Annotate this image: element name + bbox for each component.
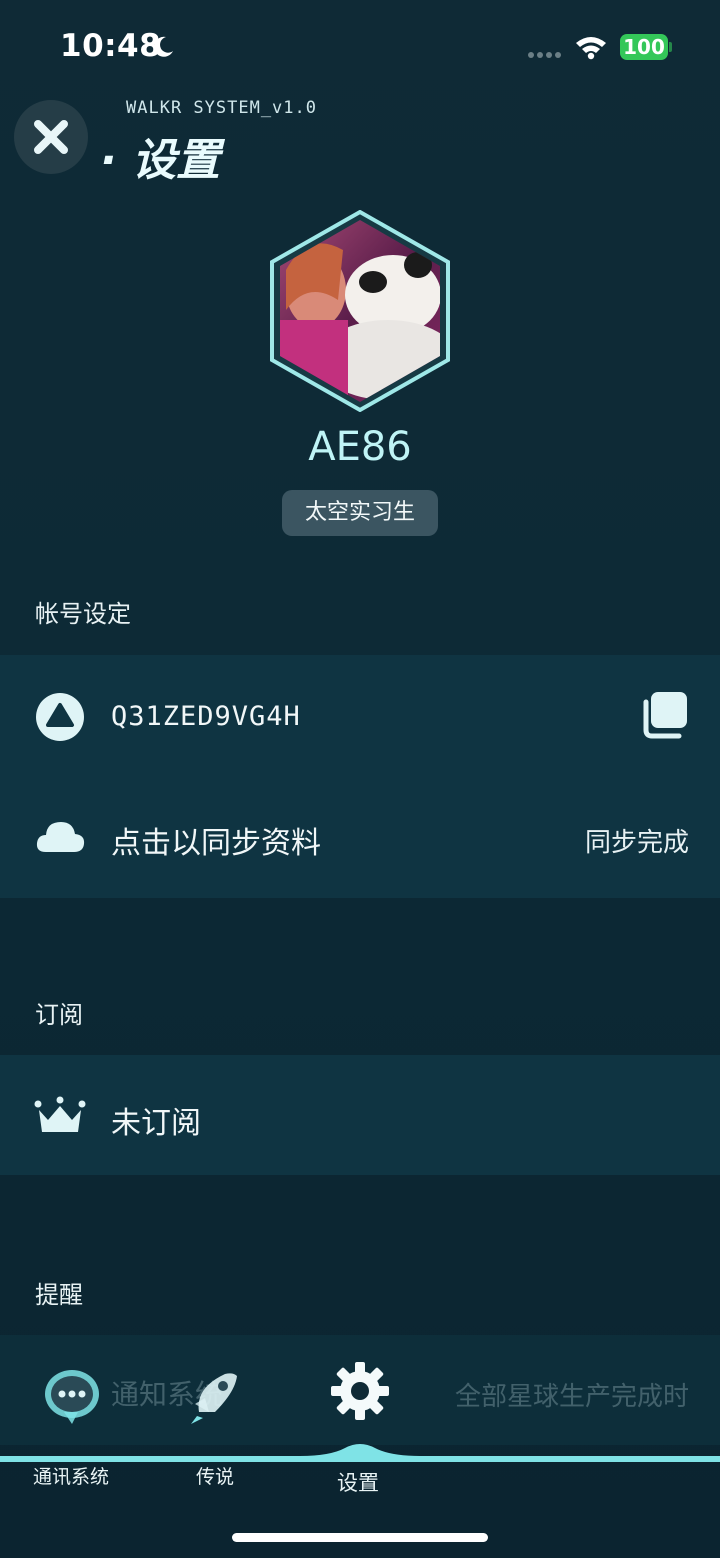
close-icon: [34, 120, 68, 154]
cloud-icon: [36, 822, 85, 852]
page-title: · 设置: [100, 135, 221, 186]
avatar[interactable]: [268, 210, 452, 412]
tab-communication[interactable]: 通讯系统: [33, 1462, 109, 1489]
tab-settings[interactable]: 设置: [337, 1467, 379, 1497]
subscription-section-label: 订阅: [35, 1001, 83, 1029]
chat-bubble-icon[interactable]: [42, 1368, 102, 1426]
subscription-status: 未订阅: [111, 1106, 201, 1141]
moon-icon: [153, 36, 173, 57]
account-logo-icon: [36, 693, 84, 741]
copy-icon[interactable]: [637, 690, 689, 742]
sync-row[interactable]: 点击以同步资料 同步完成: [0, 792, 720, 882]
battery-indicator: 100: [620, 34, 668, 60]
status-bar: 10:48 100: [0, 0, 720, 96]
gear-icon[interactable]: [329, 1360, 391, 1422]
battery-cap: [669, 42, 672, 52]
home-indicator: [232, 1533, 488, 1542]
close-button[interactable]: [14, 100, 88, 174]
username: AE86: [308, 424, 412, 470]
status-time: 10:48: [60, 28, 162, 64]
subscription-row[interactable]: 未订阅: [0, 1072, 720, 1162]
sync-status: 同步完成: [584, 828, 689, 858]
account-section-label: 帐号设定: [35, 600, 131, 628]
tab-legends[interactable]: 传说: [196, 1462, 234, 1489]
wifi-icon: [576, 37, 606, 60]
user-id-row: Q31ZED9VG4H: [0, 672, 720, 762]
reminder-section-label: 提醒: [35, 1281, 83, 1309]
sync-label: 点击以同步资料: [111, 826, 321, 861]
rocket-icon[interactable]: [185, 1368, 245, 1426]
system-version: WALKR SYSTEM_v1.0: [126, 98, 317, 118]
rank-badge: 太空实习生: [282, 490, 438, 536]
cellular-signal-icon: [528, 52, 561, 58]
crown-icon: [34, 1096, 86, 1132]
reminder-item-value: 全部星球生产完成时: [454, 1382, 689, 1412]
user-id: Q31ZED9VG4H: [111, 701, 301, 732]
